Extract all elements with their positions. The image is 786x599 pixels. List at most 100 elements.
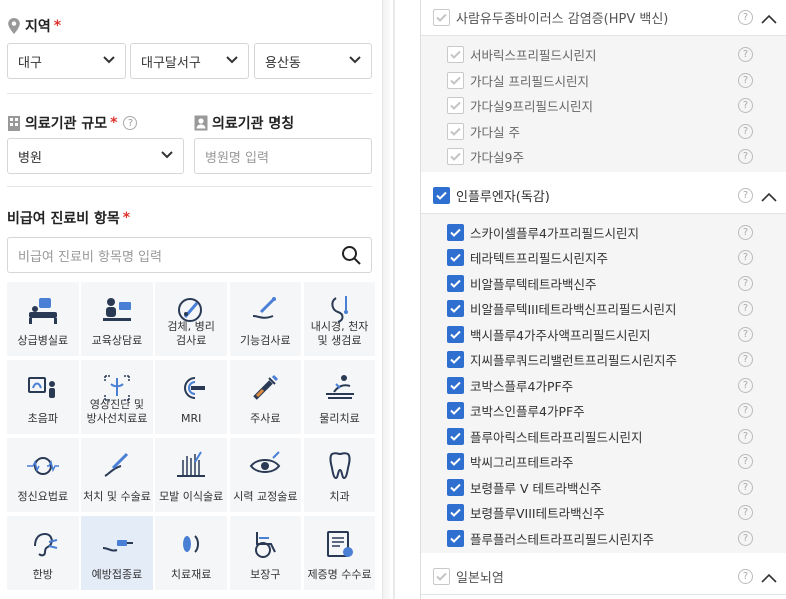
help-icon[interactable]: ? [738, 479, 753, 495]
help-icon[interactable]: ? [738, 569, 753, 584]
category-tile[interactable]: 치과 [303, 438, 376, 512]
group-checkbox[interactable] [433, 568, 450, 585]
item-checkbox[interactable] [447, 122, 464, 140]
vaccine-item[interactable]: 플루아릭스테트라프리필드시린지? [421, 424, 786, 449]
category-tile[interactable]: 상급병실료 [7, 282, 79, 356]
category-tile[interactable]: 내시경, 천자 및 생검료 [303, 282, 376, 356]
vaccine-item[interactable]: 테라텍트프리필드시린지주? [421, 245, 786, 270]
help-icon[interactable]: ? [738, 224, 753, 240]
district-select[interactable]: 대구달서구 [130, 43, 249, 79]
chevron-up-icon[interactable] [761, 572, 777, 583]
item-checkbox[interactable] [447, 325, 464, 343]
nonpay-search-input[interactable]: 비급여 진료비 항목명 입력 [7, 237, 372, 273]
vaccine-item[interactable]: 보령플루VIII테트라백신주? [421, 500, 786, 525]
building-icon [8, 116, 20, 131]
help-icon[interactable]: ? [738, 428, 753, 444]
item-checkbox[interactable] [447, 453, 464, 470]
item-checkbox[interactable] [447, 300, 464, 317]
category-tile[interactable]: 교육상담료 [81, 282, 153, 356]
category-tile[interactable]: 검체, 병리 검사료 [155, 282, 227, 356]
vaccine-item[interactable]: 지씨플루쿼드리밸런트프리필드시린지주? [421, 347, 786, 372]
vaccine-item[interactable]: 보령플루 V 테트라백신주? [421, 475, 786, 500]
chevron-up-icon[interactable] [761, 13, 777, 24]
help-icon[interactable]: ? [738, 98, 753, 113]
category-tile[interactable]: 정신요법료 [7, 438, 79, 512]
help-icon[interactable]: ? [738, 454, 753, 469]
nonpay-title: 비급여 진료비 항목 [7, 211, 120, 227]
help-icon[interactable]: ? [738, 301, 753, 316]
category-tile[interactable]: 예방접종료 [81, 516, 153, 590]
help-icon[interactable]: ? [738, 403, 753, 418]
group-header[interactable]: 인플루엔자(독감)? [421, 178, 786, 214]
category-tile[interactable]: 주사료 [229, 360, 302, 434]
category-tile[interactable]: MRI [155, 360, 227, 434]
help-icon[interactable]: ? [123, 116, 138, 130]
hospital-bed-icon [28, 298, 57, 324]
category-tile[interactable]: 제증명 수수료 [303, 516, 376, 590]
item-checkbox[interactable] [447, 249, 464, 266]
item-checkbox[interactable] [447, 223, 464, 241]
item-checkbox[interactable] [447, 376, 464, 394]
vaccine-item[interactable]: 가다실 프리필드시린지? [421, 68, 786, 93]
category-tile[interactable]: 한방 [7, 516, 79, 590]
help-icon[interactable]: ? [738, 377, 753, 393]
help-icon[interactable]: ? [738, 352, 753, 367]
vaccine-item[interactable]: 플루플러스테트라프리필드시린지주? [421, 526, 786, 551]
vaccine-item[interactable]: 백시플루4가주사액프리필드시린지? [421, 322, 786, 347]
group-header[interactable]: 일본뇌염? [421, 559, 786, 595]
category-tile[interactable]: 초음파 [7, 360, 79, 434]
help-icon[interactable]: ? [738, 326, 753, 342]
item-checkbox[interactable] [447, 351, 464, 368]
facility-size-select[interactable]: 병원 [7, 138, 184, 174]
item-checkbox[interactable] [447, 504, 464, 521]
item-checkbox[interactable] [447, 274, 464, 292]
item-label: 박씨그리프테트라주 [470, 455, 574, 470]
vaccine-item[interactable]: 비알플루텍III테트라백신프리필드시린지? [421, 296, 786, 321]
category-tile[interactable]: 보장구 [229, 516, 302, 590]
item-checkbox[interactable] [447, 402, 464, 419]
chevron-up-icon[interactable] [761, 191, 777, 202]
item-checkbox[interactable] [447, 148, 464, 165]
category-tile[interactable]: 치료재료 [155, 516, 227, 590]
acupuncture-icon [33, 532, 58, 557]
facility-name-input[interactable]: 병원명 입력 [194, 138, 372, 174]
help-icon[interactable]: ? [738, 250, 753, 265]
category-tile[interactable]: 시력 교정술료 [229, 438, 302, 512]
vaccine-item[interactable]: 가다실9주? [421, 144, 786, 169]
search-icon[interactable] [341, 245, 361, 265]
group-checkbox[interactable] [433, 186, 450, 204]
vaccine-item[interactable]: 가다실9프리필드시린지? [421, 93, 786, 118]
city-select[interactable]: 대구 [7, 43, 126, 79]
help-icon[interactable]: ? [738, 530, 753, 546]
category-tile[interactable]: 물리치료 [303, 360, 376, 434]
vaccine-item[interactable]: 가다실 주? [421, 119, 786, 144]
item-checkbox[interactable] [447, 46, 464, 63]
help-icon[interactable]: ? [738, 123, 753, 139]
item-checkbox[interactable] [447, 529, 464, 547]
help-icon[interactable]: ? [738, 149, 753, 164]
group-label: 인플루엔자(독감) [456, 189, 550, 205]
help-icon[interactable]: ? [738, 505, 753, 520]
help-icon[interactable]: ? [738, 47, 753, 62]
item-checkbox[interactable] [447, 97, 464, 114]
category-tile[interactable]: 기능검사료 [229, 282, 302, 356]
vaccine-item[interactable]: 박씨그리프테트라주? [421, 449, 786, 474]
vaccine-item[interactable]: 서바릭스프리필드시린지? [421, 42, 786, 67]
item-checkbox[interactable] [447, 478, 464, 496]
help-icon[interactable]: ? [738, 10, 753, 25]
item-checkbox[interactable] [447, 427, 464, 445]
group-checkbox[interactable] [433, 9, 450, 26]
help-icon[interactable]: ? [738, 72, 753, 88]
vaccine-item[interactable]: 코박스플루4가PF주? [421, 373, 786, 398]
vaccine-item[interactable]: 스카이셀플루4가프리필드시린지? [421, 220, 786, 245]
category-tile[interactable]: 처치 및 수술료 [81, 438, 153, 512]
group-header[interactable]: 사람유두종바이러스 감염증(HPV 백신)? [421, 0, 786, 36]
item-checkbox[interactable] [447, 71, 464, 89]
category-tile[interactable]: 모발 이식술료 [155, 438, 227, 512]
help-icon[interactable]: ? [738, 275, 753, 291]
category-tile[interactable]: 영상진단 및 방사선치료료 [81, 360, 153, 434]
vaccine-item[interactable]: 비알플루텍테트라백신주? [421, 271, 786, 296]
vaccine-item[interactable]: 코박스인플루4가PF주? [421, 398, 786, 423]
help-icon[interactable]: ? [738, 187, 753, 203]
dong-select[interactable]: 용산동 [254, 43, 372, 79]
